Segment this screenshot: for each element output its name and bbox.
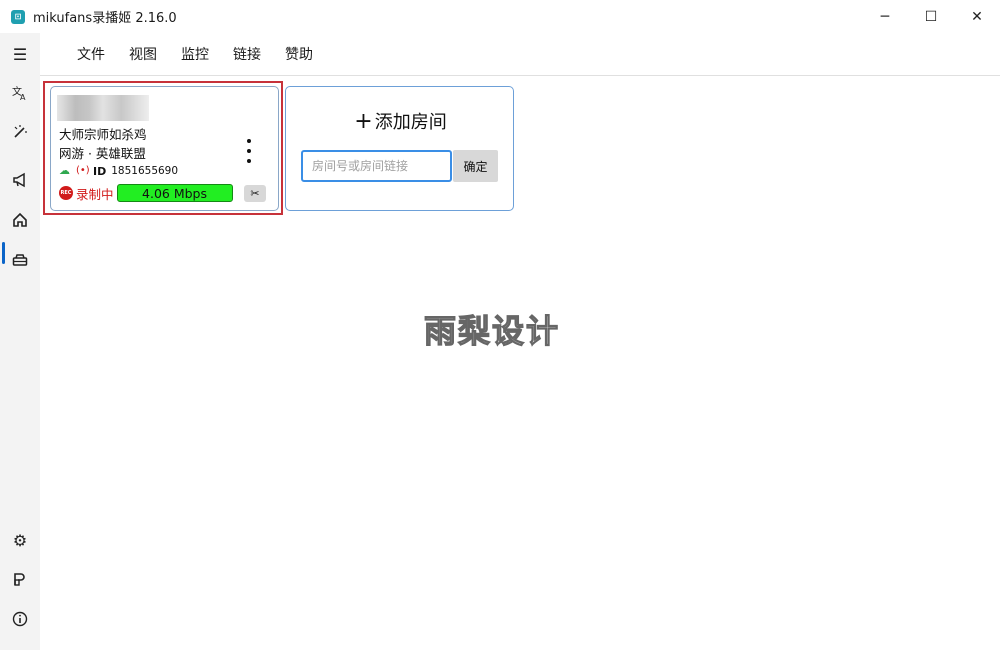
close-button[interactable]: ✕	[954, 0, 1000, 33]
live-broadcast-icon: (•)	[76, 165, 90, 176]
recording-row: REC 录制中 4.06 Mbps	[59, 184, 233, 202]
scissors-icon: ✂	[250, 187, 260, 200]
recording-status: 录制中	[76, 186, 114, 202]
add-room-title: + 添加房间	[354, 109, 447, 134]
translate-icon[interactable]: 文A	[0, 75, 40, 111]
svg-text:A: A	[20, 93, 26, 101]
blurred-avatar	[57, 95, 149, 121]
room-area: 网游 · 英雄联盟	[59, 146, 146, 161]
room-id: 1851655690	[111, 165, 179, 177]
menu-file[interactable]: 文件	[77, 44, 105, 64]
plus-icon: +	[354, 109, 373, 134]
navigation-rail: ☰ 文A ⚙	[0, 33, 40, 650]
home-icon[interactable]	[0, 202, 40, 238]
hamburger-menu-icon[interactable]: ☰	[0, 36, 40, 72]
window-title: mikufans录播姬 2.16.0	[33, 11, 177, 26]
megaphone-icon[interactable]	[0, 162, 40, 198]
split-file-button[interactable]: ✂	[244, 185, 266, 202]
room-title: 大师宗师如杀鸡	[59, 127, 147, 142]
bitrate-indicator: 4.06 Mbps	[116, 184, 233, 202]
menu-bar: 文件 视图 监控 链接 赞助	[40, 33, 1000, 76]
more-options-icon[interactable]	[244, 139, 254, 163]
menu-monitor[interactable]: 监控	[181, 44, 209, 64]
maximize-button[interactable]: ☐	[908, 0, 954, 33]
add-room-card: +添加房间 确定	[285, 86, 514, 211]
title-bar: ⊡ mikufans录播姬 2.16.0 ─ ☐ ✕	[0, 0, 1000, 33]
parking-plugin-icon[interactable]	[0, 561, 40, 597]
info-icon[interactable]	[0, 601, 40, 637]
menu-sponsor[interactable]: 赞助	[285, 44, 313, 64]
menu-view[interactable]: 视图	[129, 44, 157, 64]
rec-badge-icon: REC	[59, 186, 73, 200]
id-label: ID	[93, 164, 107, 178]
minimize-button[interactable]: ─	[862, 0, 908, 33]
menu-links[interactable]: 链接	[233, 44, 261, 64]
settings-gear-icon[interactable]: ⚙	[0, 522, 40, 558]
toolbox-icon[interactable]	[0, 242, 40, 278]
room-card[interactable]: 大师宗师如杀鸡 网游 · 英雄联盟 ☁ (•) ID 1851655690 RE…	[50, 86, 279, 211]
cloud-check-icon: ☁	[59, 164, 70, 177]
room-status-row: ☁ (•) ID 1851655690	[59, 164, 178, 178]
room-list-area: 大师宗师如杀鸡 网游 · 英雄联盟 ☁ (•) ID 1851655690 RE…	[40, 76, 1000, 650]
magic-wand-icon[interactable]	[0, 114, 40, 150]
window-controls: ─ ☐ ✕	[862, 0, 1000, 33]
watermark: 雨梨设计	[423, 311, 561, 350]
room-id-input[interactable]	[301, 150, 452, 182]
app-logo-icon: ⊡	[11, 9, 25, 24]
confirm-button[interactable]: 确定	[453, 150, 498, 182]
